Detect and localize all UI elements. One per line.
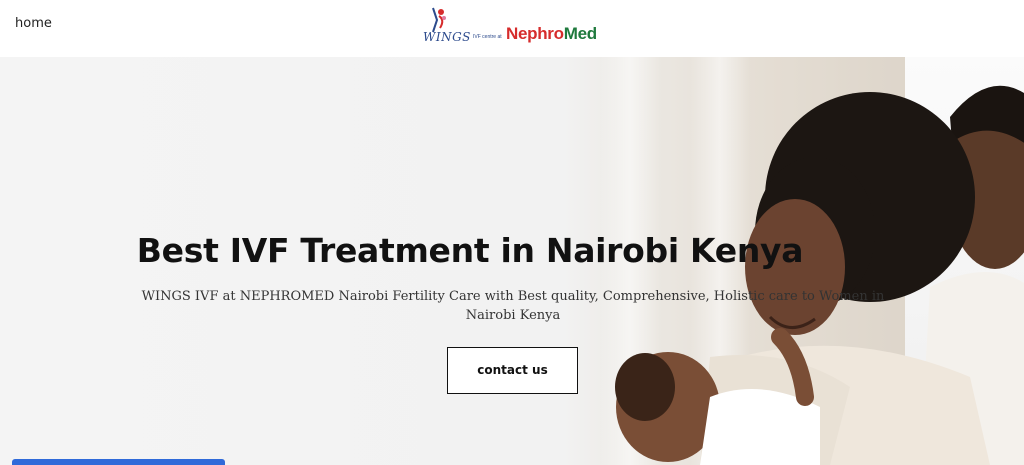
nav-home-link[interactable]: home <box>15 16 52 31</box>
site-logo[interactable]: WINGS IVF centre at NephroMed <box>423 4 603 50</box>
logo-med-part: Med <box>563 24 597 43</box>
logo-nephro-part: Nephro <box>506 24 564 43</box>
logo-wings-text: WINGS <box>423 30 471 44</box>
bottom-accent-bar[interactable] <box>12 459 225 465</box>
logo-nephromed-text: NephroMed <box>506 24 597 44</box>
site-header: home WINGS IVF centre at NephroMed <box>0 0 1024 57</box>
hero-title: Best IVF Treatment in Nairobi Kenya <box>136 231 804 270</box>
hero-banner: Best IVF Treatment in Nairobi Kenya WING… <box>0 57 1024 465</box>
logo-ivf-text: IVF centre at <box>473 34 502 40</box>
contact-us-button[interactable]: contact us <box>447 347 578 394</box>
hero-subtitle: WINGS IVF at NEPHROMED Nairobi Fertility… <box>141 289 885 323</box>
